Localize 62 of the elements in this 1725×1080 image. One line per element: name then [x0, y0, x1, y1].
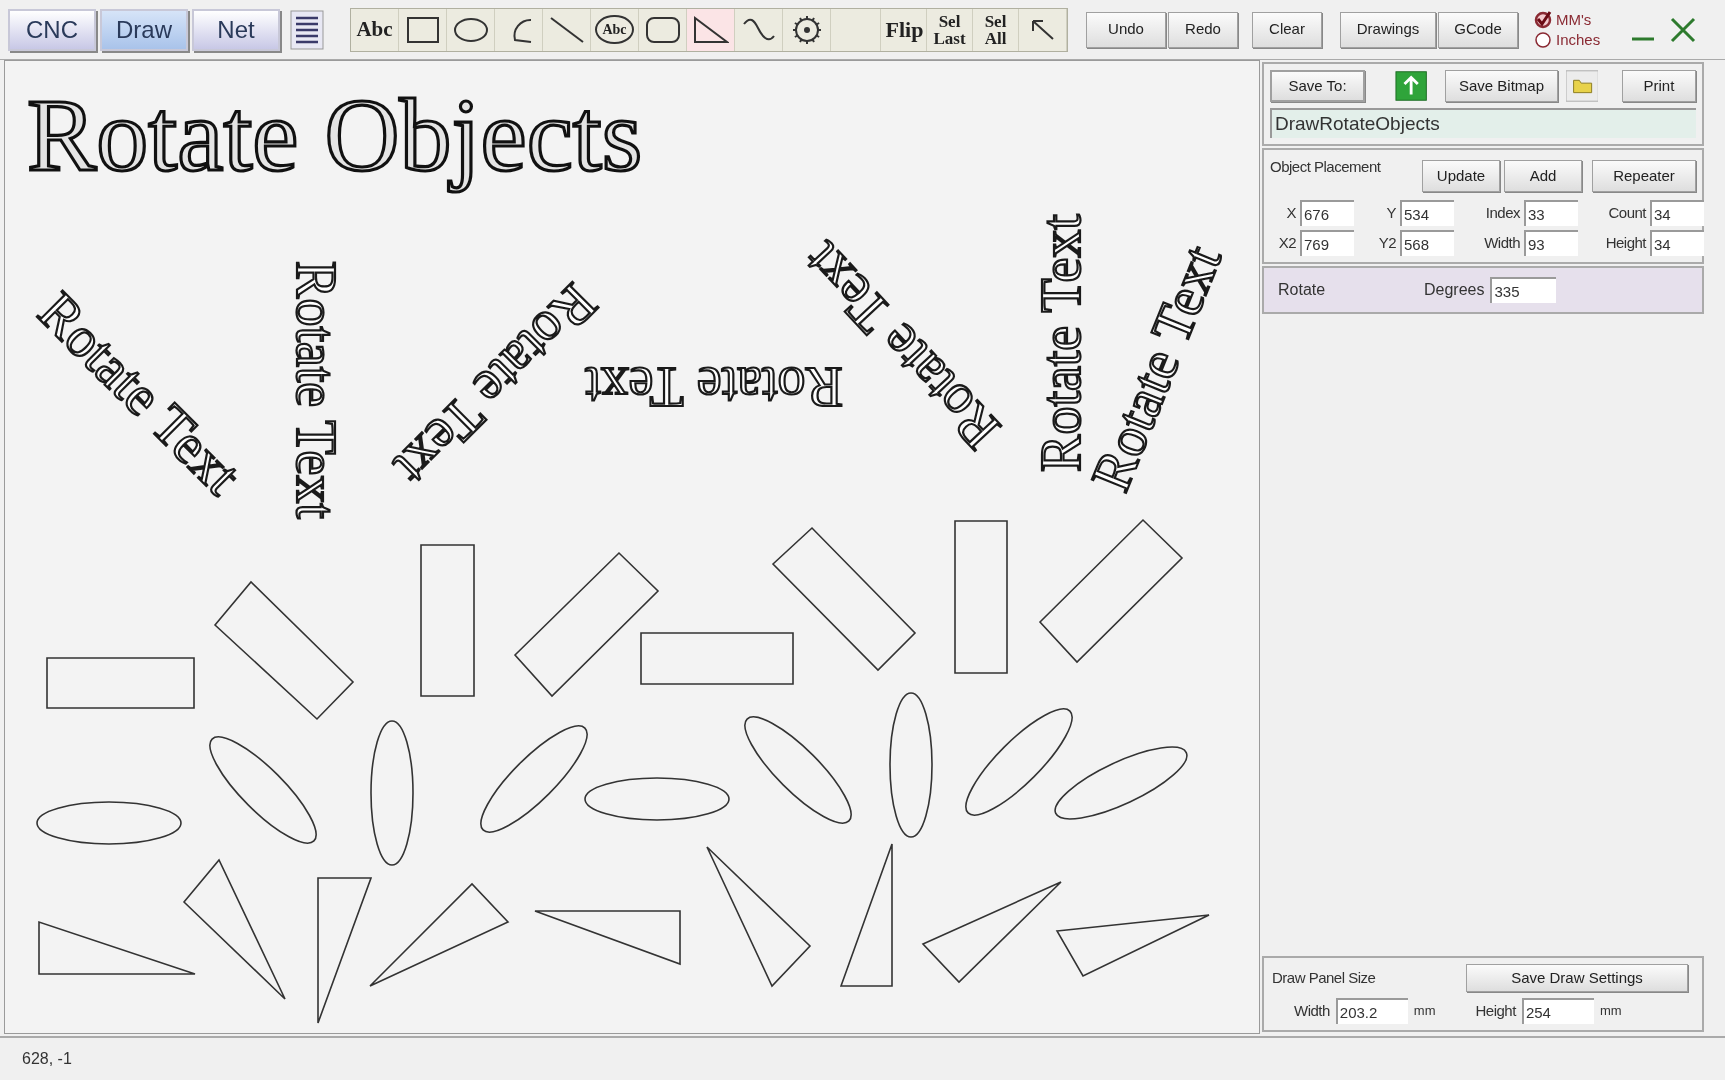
triangle-tool[interactable] [687, 8, 735, 51]
number-field[interactable]: 33 [1524, 200, 1578, 226]
section-title: Rotate [1278, 280, 1327, 300]
number-field[interactable]: 203.2 [1335, 998, 1408, 1024]
number-field[interactable]: 769 [1300, 230, 1354, 256]
rotated-text: Rotate Text [285, 261, 347, 519]
field-label: Height [1475, 1000, 1516, 1021]
field-label: Height [1605, 232, 1646, 253]
save-bitmap-button[interactable]: Save Bitmap [1445, 70, 1558, 102]
field-label: Degrees [1424, 280, 1485, 300]
placement-button[interactable]: Add [1504, 160, 1582, 192]
mode-tab[interactable]: CNC [8, 8, 96, 51]
section-title: Object Placement [1270, 157, 1382, 177]
number-field[interactable]: 93 [1524, 230, 1578, 256]
field-label: X [1286, 202, 1296, 223]
line-icon [548, 15, 585, 44]
radio-button[interactable] [1534, 30, 1552, 49]
mode-tab[interactable]: Net [192, 8, 280, 51]
field-label: Y2 [1378, 232, 1396, 253]
cursor-coordinates: 628, -1 [22, 1049, 72, 1069]
field-label: Width [1294, 1000, 1330, 1021]
toolbar-button[interactable]: Undo [1086, 11, 1166, 48]
field-label: X2 [1278, 232, 1296, 253]
number-field[interactable]: 534 [1400, 200, 1454, 226]
close-icon[interactable] [1670, 16, 1697, 43]
number-field[interactable]: 676 [1300, 200, 1354, 226]
placement-button[interactable]: Update [1422, 160, 1500, 192]
field-label: Y [1386, 202, 1396, 223]
toolbar-button[interactable]: Clear [1252, 11, 1322, 48]
toolbar-button[interactable]: Drawings [1340, 11, 1436, 48]
triangle-icon [692, 15, 729, 44]
section-title: Draw Panel Size [1272, 967, 1376, 988]
print-button[interactable]: Print [1621, 70, 1696, 102]
toolbar-button[interactable]: Redo [1168, 11, 1238, 48]
degrees-field[interactable]: 335 [1490, 277, 1557, 303]
save-to-button[interactable]: Save To: [1270, 70, 1366, 102]
rectangle-icon [405, 15, 440, 44]
rounded-rectangle-icon [644, 15, 681, 44]
field-label: Index [1485, 202, 1520, 223]
file-name-field[interactable]: DrawRotateObjects [1270, 108, 1696, 138]
ellipse-icon [452, 16, 489, 43]
unit-label: mm [1413, 1002, 1436, 1021]
folder-icon[interactable] [1565, 70, 1598, 102]
number-field[interactable]: 254 [1521, 998, 1594, 1024]
radio-label: MM's [1556, 9, 1592, 30]
field-label: Width [1484, 232, 1520, 253]
outlined-title-text: Rotate Objects [27, 77, 643, 192]
menu-icon[interactable] [290, 9, 324, 50]
number-field[interactable]: 34 [1650, 230, 1704, 256]
placement-button[interactable]: Repeater [1592, 160, 1696, 192]
gear-icon [790, 13, 823, 46]
rotated-text: Rotate Text [1030, 214, 1092, 472]
unit-label: mm [1599, 1002, 1622, 1021]
radio-label: Inches [1556, 29, 1601, 50]
save-draw-settings-button[interactable]: Save Draw Settings [1466, 964, 1688, 992]
field-label: Count [1608, 202, 1646, 223]
circled-text-label: Abc [595, 15, 634, 44]
number-field[interactable]: 568 [1400, 230, 1454, 256]
number-field[interactable]: 34 [1650, 200, 1704, 226]
toolbar-button[interactable]: GCode [1438, 11, 1518, 48]
radio-button[interactable] [1534, 10, 1552, 29]
mode-tab[interactable]: Draw [100, 8, 188, 51]
